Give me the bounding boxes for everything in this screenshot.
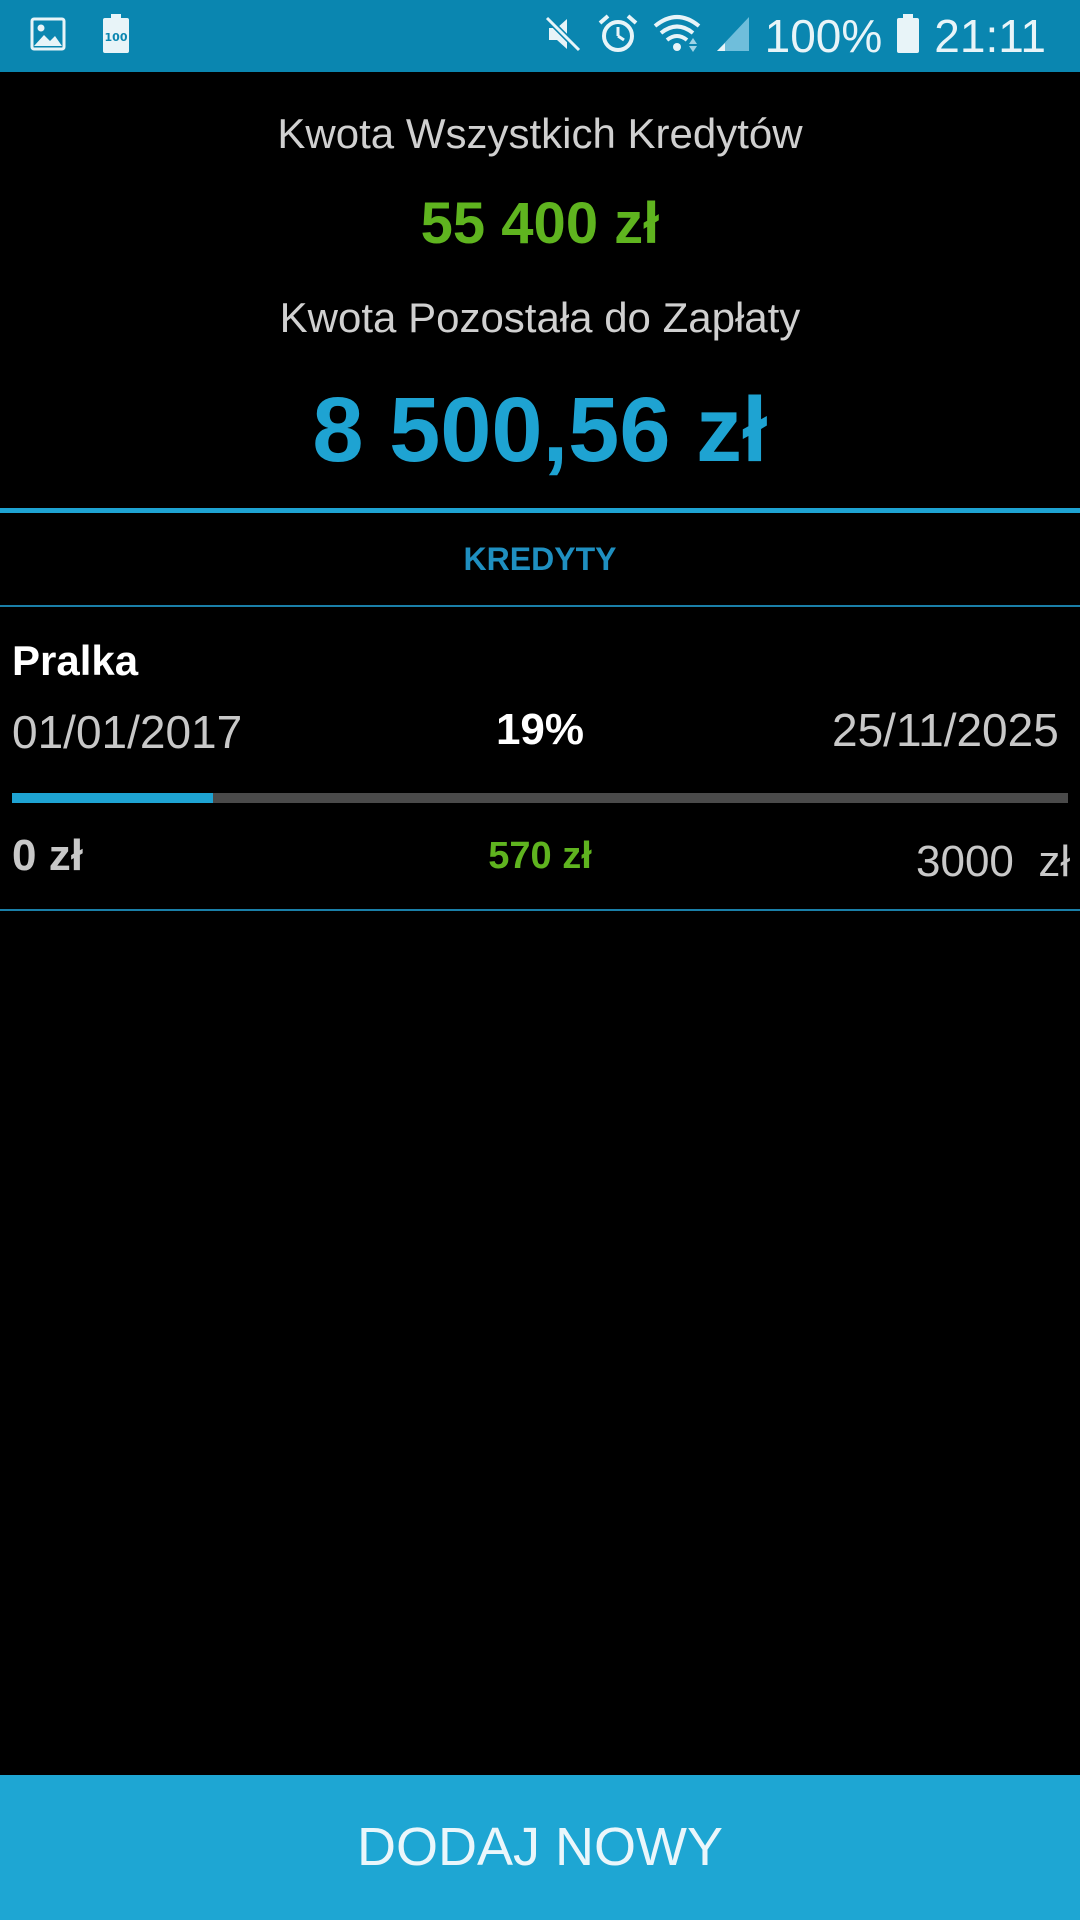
credit-list-item[interactable]: Pralka 01/01/2017 19% 25/11/2025 0 zł 57… (0, 607, 1080, 909)
credit-progress-fill (12, 793, 213, 803)
credit-max-amount: 3000 zł (916, 837, 1071, 886)
total-credits-value: 55 400 zł (420, 191, 660, 256)
credit-progress-bar (12, 793, 1068, 803)
screen: 100 100% 21:11 Kwota Wszystkich Kredytów… (0, 0, 1080, 1920)
credit-end-date: 25/11/2025 (832, 704, 1059, 756)
total-credits-label: Kwota Wszystkich Kredytów (277, 110, 803, 157)
add-new-button[interactable]: DODAJ NOWY (0, 1775, 1080, 1920)
credit-name: Pralka (12, 637, 139, 684)
battery-percent-text: 100% (764, 10, 883, 62)
item-divider (0, 909, 1080, 911)
section-title: KREDYTY (463, 541, 617, 577)
summary-panel: Kwota Wszystkich Kredytów 55 400 zł Kwot… (0, 72, 1080, 508)
remaining-amount-value: 8 500,56 zł (312, 379, 768, 481)
battery-100-icon: 100 (102, 14, 130, 59)
signal-icon (715, 15, 751, 58)
svg-text:100: 100 (105, 31, 128, 44)
remaining-amount-label: Kwota Pozostała do Zapłaty (279, 294, 801, 341)
battery-icon (896, 13, 920, 59)
clock-time: 21:11 (934, 10, 1046, 62)
status-bar: 100 100% 21:11 (0, 0, 1080, 72)
image-icon (30, 16, 66, 57)
alarm-icon (597, 13, 639, 60)
wifi-icon (653, 14, 701, 59)
mute-icon (543, 14, 583, 59)
